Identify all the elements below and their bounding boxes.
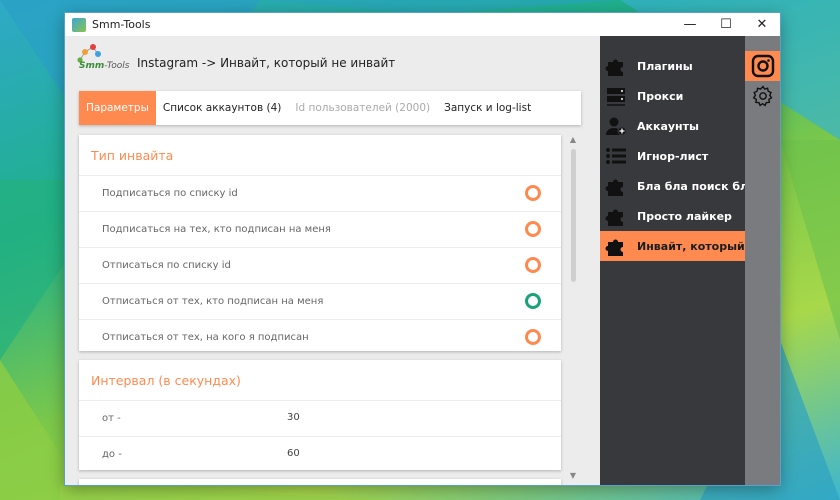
tab-parameters[interactable]: Параметры	[79, 91, 156, 125]
tab-bar: Параметры Список аккаунтов (4) Id пользо…	[79, 91, 581, 125]
interval-title: Интервал (в секундах)	[91, 372, 241, 388]
radio-button[interactable]	[525, 329, 541, 345]
maximize-button[interactable]: ☐	[708, 13, 744, 36]
sidebar-item-proxy[interactable]: Прокси	[600, 81, 745, 111]
scroll-thumb[interactable]	[571, 149, 576, 282]
puzzle-icon	[604, 175, 628, 197]
interval-to-label: до -	[102, 449, 122, 460]
sidebar-item-label: Инвайт, который не инвайт	[637, 239, 745, 253]
tab-accounts-list[interactable]: Список аккаунтов (4)	[156, 91, 288, 125]
puzzle-icon	[604, 235, 628, 257]
title-bar: Smm-Tools — ☐ ✕	[65, 13, 780, 36]
app-icon	[72, 17, 86, 32]
logo-text: Smm-Tools	[79, 61, 129, 71]
sidebar-item-accounts[interactable]: Аккаунты	[600, 111, 745, 141]
right-rail	[745, 36, 780, 485]
sidebar-item-label: Аккаунты	[637, 119, 699, 133]
scroll-down-icon[interactable]: ▼	[567, 471, 579, 481]
gear-icon	[752, 85, 772, 107]
logo-brand: Smm	[79, 61, 105, 71]
scrollbar[interactable]: ▲ ▼	[567, 135, 579, 481]
logo-suffix: -Tools	[104, 61, 130, 71]
puzzle-icon	[604, 205, 628, 227]
main-panel: Smm-Tools Instagram -> Инвайт, который н…	[65, 36, 600, 485]
interval-card: Интервал (в секундах) от - 30 до - 60	[79, 360, 561, 470]
sidebar-item-label: Просто лайкер	[637, 209, 732, 223]
sidebar-item-liker[interactable]: Просто лайкер	[600, 201, 745, 231]
next-card	[79, 479, 561, 485]
server-icon	[604, 85, 628, 107]
invite-option-label: Подписаться по списку id	[102, 188, 238, 199]
interval-to-input[interactable]: 60	[287, 448, 300, 459]
interval-from-input[interactable]: 30	[287, 412, 300, 423]
invite-option-label: Отписаться от тех, на кого я подписан	[102, 332, 309, 343]
invite-option-row[interactable]: Отписаться от тех, кто подписан на меня	[79, 283, 561, 319]
radio-button[interactable]	[525, 221, 541, 237]
user-add-icon	[604, 115, 628, 137]
interval-from-label: от -	[102, 413, 121, 424]
interval-to-row: до - 60	[79, 436, 561, 472]
minimize-button[interactable]: —	[672, 13, 708, 36]
sidebar-item-label: Прокси	[637, 89, 684, 103]
invite-option-row[interactable]: Подписаться на тех, кто подписан на меня	[79, 211, 561, 247]
sidebar-item-label: Бла бла поиск бла	[637, 179, 745, 193]
invite-option-label: Отписаться от тех, кто подписан на меня	[102, 296, 324, 307]
interval-from-row: от - 30	[79, 400, 561, 436]
close-button[interactable]: ✕	[744, 13, 780, 36]
instagram-icon	[751, 54, 774, 78]
sidebar-item-label: Плагины	[637, 59, 693, 73]
settings-button[interactable]	[745, 81, 780, 111]
sidebar-item-ignore-list[interactable]: Игнор-лист	[600, 141, 745, 171]
radio-button[interactable]	[525, 185, 541, 201]
puzzle-icon	[604, 55, 628, 77]
tab-launch-log[interactable]: Запуск и log-list	[437, 91, 538, 125]
tab-user-ids: Id пользователей (2000)	[295, 102, 431, 114]
radio-button-selected[interactable]	[525, 293, 541, 309]
sidebar-item-label: Игнор-лист	[637, 149, 709, 163]
radio-button[interactable]	[525, 257, 541, 273]
sidebar: Плагины Прокси Аккаунты Игнор-лист Бла б…	[600, 36, 745, 485]
invite-option-label: Подписаться на тех, кто подписан на меня	[102, 224, 331, 235]
sidebar-item-plugins[interactable]: Плагины	[600, 51, 745, 81]
list-icon	[604, 145, 628, 167]
invite-option-label: Отписаться по списку id	[102, 260, 231, 271]
invite-option-row[interactable]: Отписаться от тех, на кого я подписан	[79, 319, 561, 355]
invite-type-title: Тип инвайта	[91, 147, 174, 163]
breadcrumb: Instagram -> Инвайт, который не инвайт	[137, 56, 396, 70]
instagram-button[interactable]	[745, 51, 780, 81]
invite-type-card: Тип инвайта Подписаться по списку id Под…	[79, 135, 561, 351]
window-title: Smm-Tools	[92, 18, 151, 31]
sidebar-item-invite[interactable]: Инвайт, который не инвайт	[600, 231, 745, 261]
sidebar-item-search[interactable]: Бла бла поиск бла	[600, 171, 745, 201]
invite-option-row[interactable]: Отписаться по списку id	[79, 247, 561, 283]
invite-option-row[interactable]: Подписаться по списку id	[79, 175, 561, 211]
app-window: Smm-Tools — ☐ ✕ Smm-Tools Instagram -> И…	[65, 13, 780, 485]
scroll-up-icon[interactable]: ▲	[567, 135, 579, 145]
